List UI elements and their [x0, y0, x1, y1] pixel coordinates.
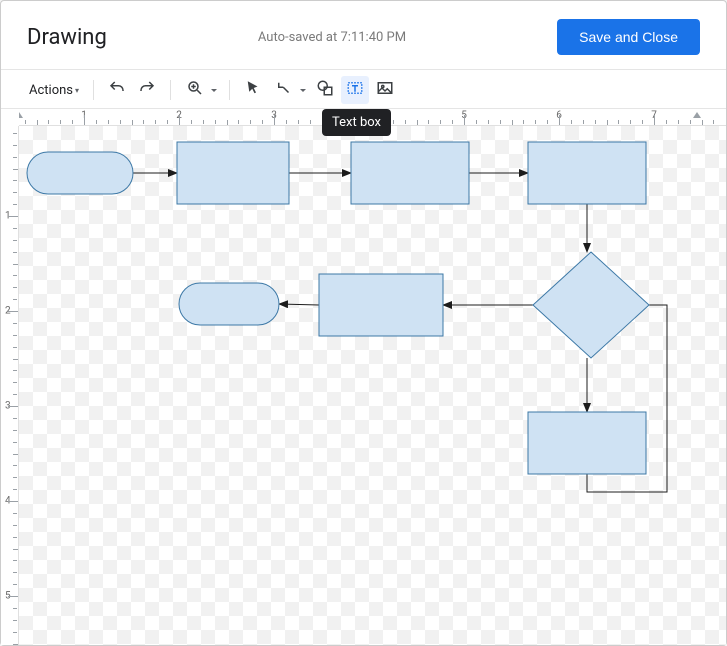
actions-label: Actions: [29, 83, 73, 98]
flowchart-process-shape[interactable]: [177, 142, 289, 204]
toolbar: Actions ▾: [1, 70, 726, 109]
flowchart-terminator-shape[interactable]: [179, 283, 279, 325]
undo-button[interactable]: [103, 76, 131, 104]
horizontal-ruler: 1234567: [19, 109, 726, 126]
zoom-button[interactable]: [180, 76, 220, 104]
workspace: 12345: [1, 126, 726, 645]
vertical-ruler: 12345: [1, 126, 19, 645]
separator: [229, 80, 230, 100]
chevron-down-icon: ▾: [75, 86, 79, 95]
line-icon: [275, 79, 293, 101]
autosave-status: Auto-saved at 7:11:40 PM: [258, 30, 406, 45]
flowchart-terminator-shape[interactable]: [27, 152, 133, 194]
dialog-title: Drawing: [27, 25, 107, 50]
redo-icon: [138, 79, 156, 101]
image-tool-button[interactable]: [371, 76, 399, 104]
flowchart-diagram: [19, 126, 726, 645]
separator: [170, 80, 171, 100]
drawing-dialog: Drawing Auto-saved at 7:11:40 PM Save an…: [0, 0, 727, 646]
flowchart-process-shape[interactable]: [528, 412, 646, 474]
actions-menu-button[interactable]: Actions ▾: [23, 79, 85, 102]
flowchart-process-shape[interactable]: [528, 142, 646, 204]
text-box-tool-button[interactable]: [341, 76, 369, 104]
flowchart-process-shape[interactable]: [319, 274, 443, 336]
cursor-icon: [244, 79, 262, 101]
dialog-header: Drawing Auto-saved at 7:11:40 PM Save an…: [1, 1, 726, 70]
select-tool-button[interactable]: [239, 76, 267, 104]
line-tool-button[interactable]: [269, 76, 309, 104]
zoom-icon: [186, 79, 204, 101]
redo-button[interactable]: [133, 76, 161, 104]
flowchart-connector[interactable]: [279, 304, 319, 305]
text-box-icon: [346, 79, 364, 101]
flowchart-process-shape[interactable]: [351, 142, 469, 204]
drawing-canvas[interactable]: [19, 126, 726, 645]
shape-icon: [316, 79, 334, 101]
separator: [93, 80, 94, 100]
shape-tool-button[interactable]: [311, 76, 339, 104]
image-icon: [376, 79, 394, 101]
save-and-close-button[interactable]: Save and Close: [557, 19, 700, 55]
undo-icon: [108, 79, 126, 101]
flowchart-decision-shape[interactable]: [533, 252, 649, 358]
